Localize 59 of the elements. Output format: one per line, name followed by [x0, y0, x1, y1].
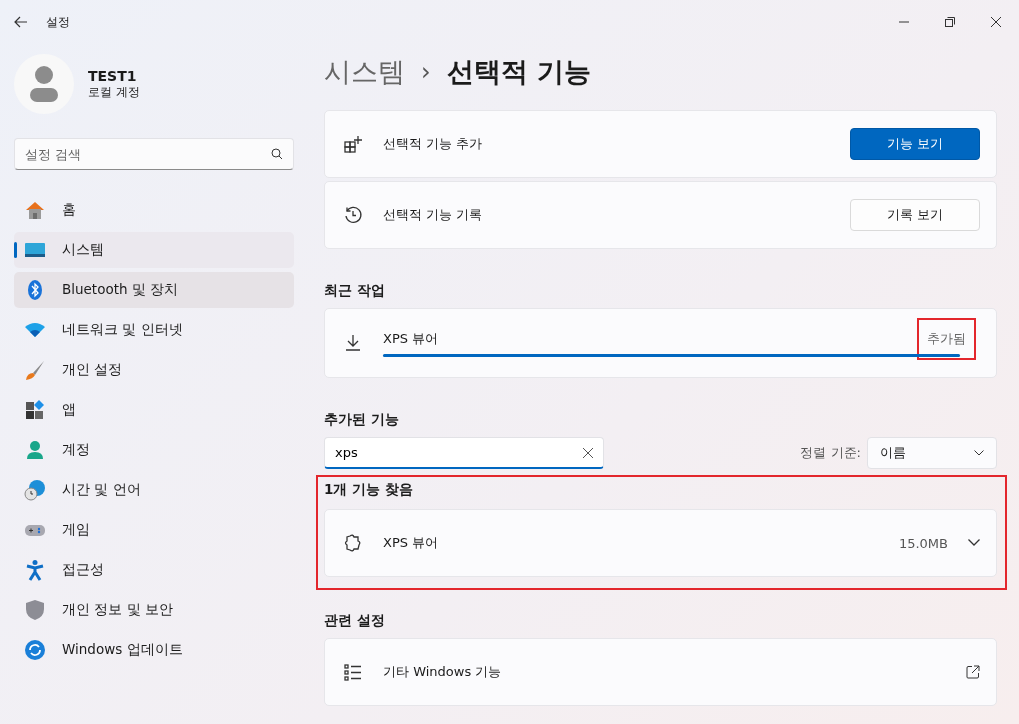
- download-icon: [343, 333, 363, 353]
- selection-indicator: [14, 242, 17, 258]
- person-icon: [24, 439, 46, 461]
- apps-icon: [24, 399, 46, 421]
- puzzle-icon: [343, 533, 363, 553]
- section-heading: 관련 설정: [324, 612, 386, 630]
- user-name: TEST1: [88, 67, 138, 84]
- status-text: 추가됨: [917, 317, 976, 360]
- chevron-down-icon: [974, 450, 984, 456]
- shield-icon: [24, 599, 46, 621]
- setting-label: 기타 Windows 기능: [383, 663, 502, 681]
- home-icon: [24, 199, 46, 221]
- feature-card[interactable]: XPS 뷰어 15.0MB: [324, 509, 997, 577]
- sidebar-item[interactable]: 게임: [14, 512, 294, 548]
- setting-label: 선택적 기능 기록: [383, 206, 483, 224]
- back-arrow-icon[interactable]: [14, 15, 28, 29]
- account-type: 로컬 계정: [88, 83, 140, 101]
- clear-icon[interactable]: [583, 448, 593, 458]
- feature-name: XPS 뷰어: [383, 329, 439, 348]
- sort-dropdown[interactable]: 이름: [867, 437, 997, 469]
- sidebar-item[interactable]: 계정: [14, 432, 294, 468]
- sidebar-item[interactable]: 시간 및 언어: [14, 472, 294, 508]
- search-field[interactable]: 설정 검색: [14, 138, 294, 170]
- filter-field[interactable]: xps: [324, 437, 604, 469]
- search-icon: [271, 148, 283, 160]
- sidebar-item[interactable]: 네트워크 및 인터넷: [14, 312, 294, 348]
- section-heading: 최근 작업: [324, 282, 386, 300]
- result-count: 1개 기능 찾음: [324, 481, 414, 499]
- feature-size: 15.0MB: [898, 535, 948, 551]
- section-heading: 추가된 기능: [324, 411, 400, 429]
- external-link-icon: [966, 665, 980, 679]
- action-button[interactable]: 기능 보기: [850, 128, 980, 160]
- close-icon: [991, 17, 1001, 27]
- person-silhouette-icon: [29, 66, 59, 102]
- sidebar-item[interactable]: 개인 설정: [14, 352, 294, 388]
- related-card[interactable]: 기타 Windows 기능: [324, 638, 997, 706]
- breadcrumb-separator: ›: [421, 58, 431, 86]
- sidebar-item[interactable]: 개인 정보 및 보안: [14, 592, 294, 628]
- globe-clock-icon: [24, 479, 46, 501]
- sidebar-item[interactable]: 홈: [14, 192, 294, 228]
- restore-icon: [945, 17, 955, 27]
- list-icon: [343, 662, 363, 682]
- history-icon: [343, 205, 363, 225]
- breadcrumb-parent[interactable]: 시스템: [324, 54, 405, 90]
- sort-label: 정렬 기준:: [800, 444, 861, 462]
- sidebar-item[interactable]: 시스템: [14, 232, 294, 268]
- accessibility-icon: [24, 559, 46, 581]
- sidebar-item[interactable]: Windows 업데이트: [14, 632, 294, 668]
- add-grid-icon: [343, 134, 363, 154]
- chevron-down-icon[interactable]: [968, 539, 980, 547]
- sidebar-item[interactable]: 접근성: [14, 552, 294, 588]
- update-icon: [24, 639, 46, 661]
- sidebar-item[interactable]: Bluetooth 및 장치: [14, 272, 294, 308]
- sidebar-item[interactable]: 앱: [14, 392, 294, 428]
- action-button[interactable]: 기록 보기: [850, 199, 980, 231]
- setting-label: 선택적 기능 추가: [383, 135, 483, 153]
- window-title: 설정: [46, 13, 70, 31]
- page-title: 선택적 기능: [446, 55, 591, 89]
- feature-name: XPS 뷰어: [383, 534, 439, 552]
